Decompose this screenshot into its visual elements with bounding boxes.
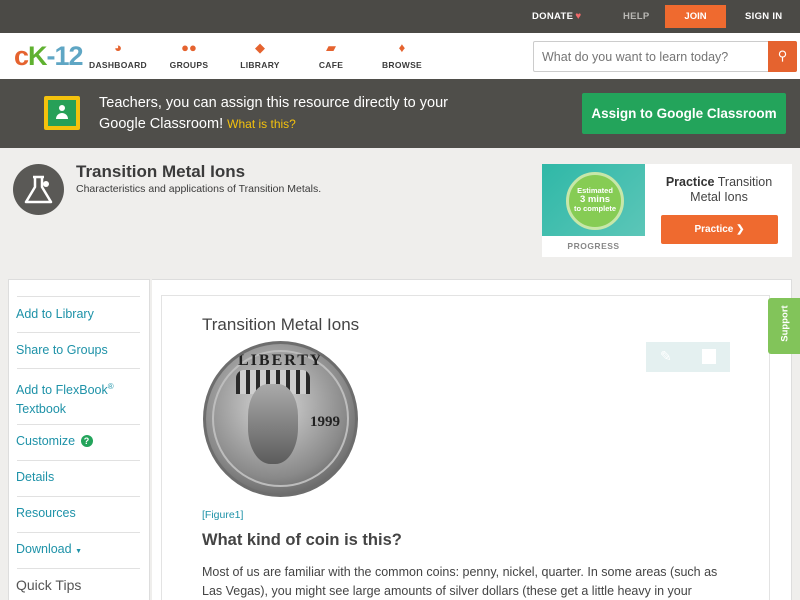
support-tab[interactable]: Support [768,298,800,354]
join-button[interactable]: JOIN [665,5,726,28]
heart-icon: ♥ [575,11,582,22]
donate-link[interactable]: DONATE ♥ [532,11,581,22]
search-box: ⚲ [533,41,797,72]
google-classroom-banner: Teachers, you can assign this resource d… [0,79,800,148]
concept-title: Transition Metal Ions [76,162,246,181]
estimate-badge: Estimated 3 mins to complete [566,172,624,230]
search-input[interactable] [542,48,762,66]
ck12-logo[interactable]: cK-12 [14,41,84,72]
google-classroom-icon [44,96,80,130]
details-link[interactable]: Details [16,468,140,487]
top-utility-bar: DONATE ♥ HELP JOIN SIGN IN [0,0,800,33]
nav-library[interactable]: ◆ LIBRARY [225,40,295,70]
help-link[interactable]: HELP [623,11,650,22]
library-icon: ◆ [255,40,265,55]
progress-graphic: Estimated 3 mins to complete [542,164,645,236]
resources-link[interactable]: Resources [16,504,140,523]
platinum-coin-image: LIBERTY 1999 [203,341,358,497]
sign-in-link[interactable]: SIGN IN [745,11,782,22]
browse-icon: ♦ [398,40,406,55]
assign-google-classroom-button[interactable]: Assign to Google Classroom [582,93,786,134]
chevron-right-icon: ❯ [736,224,745,235]
nav-dashboard[interactable]: ◕ DASHBOARD [83,40,153,70]
lesson-question: What kind of coin is this? [202,531,402,549]
search-icon: ⚲ [777,48,788,63]
customize-link[interactable]: Customize ? [16,432,140,451]
concept-sidebar: Add to Library Share to Groups Add to Fl… [8,279,150,600]
practice-title: Practice Transition Metal Ions [665,175,773,204]
dashboard-icon: ◕ [114,40,122,55]
add-to-flexbook-link[interactable]: Add to FlexBook® Textbook [16,377,140,419]
lesson-paragraph: Most of us are familiar with the common … [202,565,718,598]
banner-text: Teachers, you can assign this resource d… [99,95,448,132]
quick-tips-heading: Quick Tips [16,577,82,593]
download-dropdown[interactable]: Download ▼ [16,540,140,561]
chemistry-flask-icon [13,164,64,215]
what-is-this-link[interactable]: What is this? [227,117,296,131]
help-icon[interactable]: ? [80,435,93,447]
cafe-icon: ▰ [326,40,336,55]
search-button[interactable]: ⚲ [768,41,797,72]
concept-subtitle: Characteristics and applications of Tran… [76,183,322,195]
caret-down-icon: ▼ [75,548,83,555]
nav-groups[interactable]: ●● GROUPS [154,40,224,70]
pencil-icon[interactable]: ✎ [660,348,672,365]
groups-icon: ●● [181,40,197,55]
add-to-library-link[interactable]: Add to Library [16,305,140,324]
main-nav: cK-12 ◕ DASHBOARD ●● GROUPS ◆ LIBRARY ▰ … [0,33,800,79]
figure-label[interactable]: [Figure1] [202,509,243,521]
lesson-title: Transition Metal Ions [202,315,360,334]
progress-label: PROGRESS [567,241,620,251]
share-to-groups-link[interactable]: Share to Groups [16,341,140,360]
practice-button[interactable]: Practice ❯ [661,215,778,244]
practice-card: Estimated 3 mins to complete PROGRESS Pr… [542,164,792,257]
notes-icon[interactable] [702,349,716,364]
nav-browse[interactable]: ♦ BROWSE [367,40,437,70]
nav-cafe[interactable]: ▰ CAFE [296,40,366,70]
lesson-tools: ✎ [646,342,730,372]
